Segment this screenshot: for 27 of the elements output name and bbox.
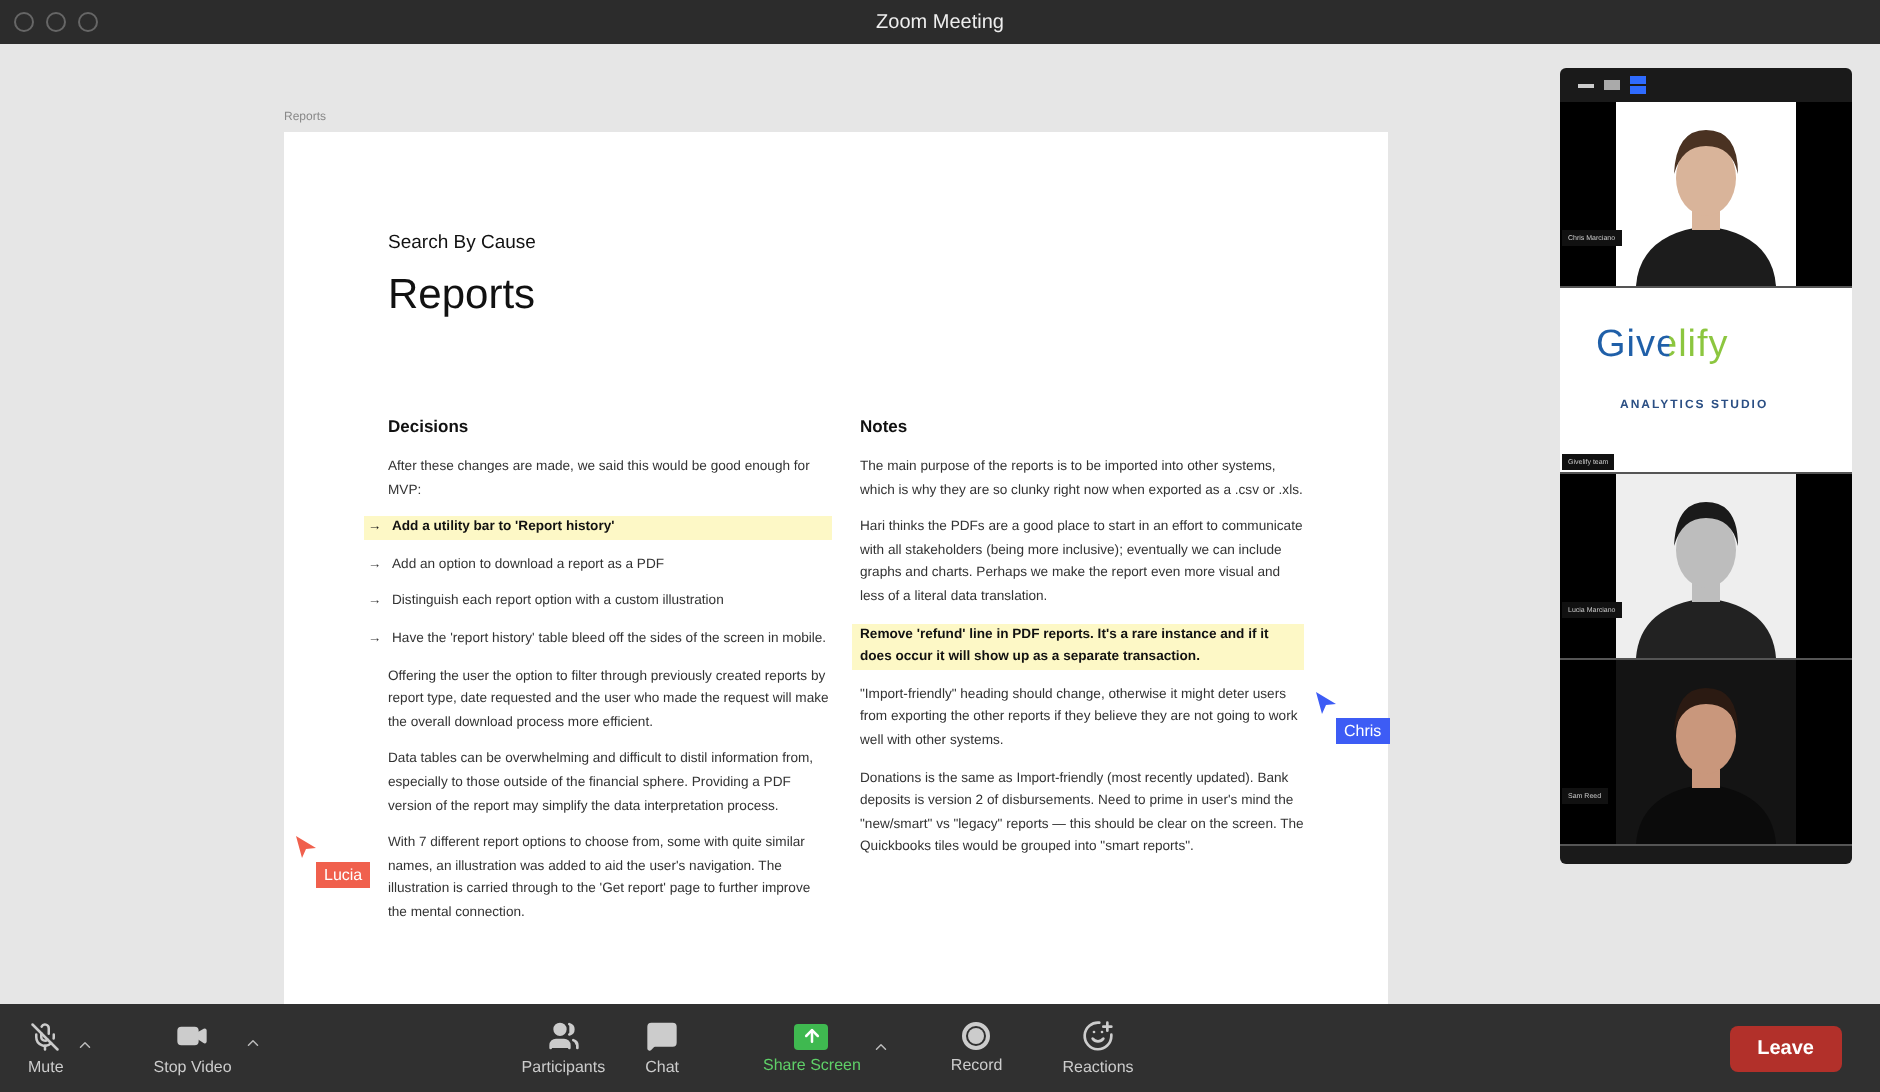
smiley-plus-icon (1082, 1020, 1114, 1052)
record-icon (962, 1022, 991, 1050)
minimize-window-button[interactable] (46, 12, 66, 32)
mute-button[interactable]: Mute (28, 1021, 64, 1075)
close-window-button[interactable] (14, 12, 34, 32)
reactions-button[interactable]: Reactions (1062, 1020, 1134, 1076)
leave-button[interactable]: Leave (1729, 1025, 1842, 1071)
participants-icon (547, 1020, 580, 1052)
document-title: Reports (388, 272, 538, 320)
section-heading: Notes (860, 416, 910, 436)
maximize-window-button[interactable] (78, 12, 98, 32)
section-heading: Decisions (388, 416, 471, 436)
minimize-view-icon[interactable] (1578, 83, 1594, 87)
cursor-name-label: Lucia (316, 862, 371, 888)
record-button[interactable]: Record (950, 1022, 1003, 1074)
share-button[interactable]: Share Screen (763, 1023, 861, 1073)
cursor-name-label: Chris (1336, 718, 1390, 744)
video-button[interactable]: Stop Video (153, 1020, 232, 1076)
window-title: Zoom Meeting (876, 11, 1004, 33)
document-eyebrow: Search By Cause (388, 232, 538, 254)
brand-logo: Givelify (1596, 324, 1729, 368)
chat-bubble-icon (646, 1020, 679, 1052)
muted-microphone-icon (30, 1021, 61, 1051)
caret-icon[interactable] (243, 1034, 262, 1052)
chat-button[interactable]: Chat (645, 1020, 679, 1076)
participants-button[interactable]: Participants (521, 1020, 606, 1076)
gallery-view-icon[interactable] (1630, 76, 1646, 94)
